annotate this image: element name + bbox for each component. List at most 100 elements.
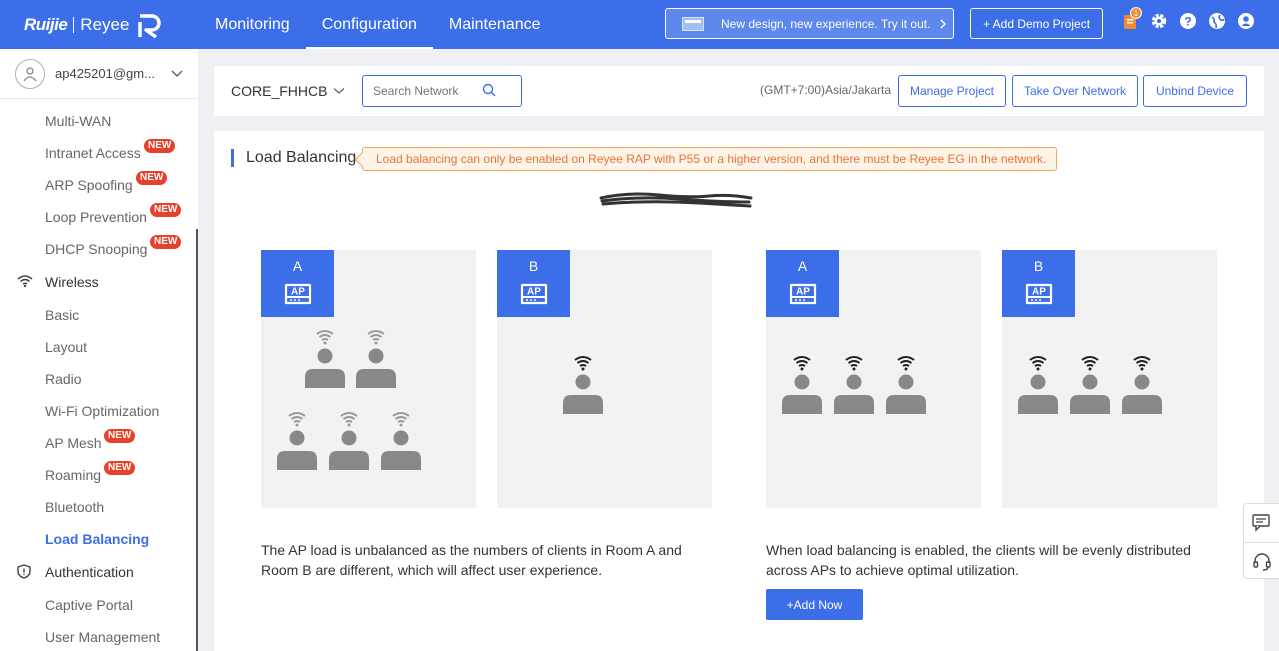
sidebar-item-basic[interactable]: Basic <box>0 299 196 331</box>
sidebar-item-ap-mesh[interactable]: AP Mesh NEW <box>0 427 196 459</box>
brand-subname: Reyee <box>80 15 130 34</box>
room-illustration: B AP <box>1002 250 1217 508</box>
timezone-label: (GMT+7:00)Asia/Jakarta <box>760 83 892 97</box>
brand-separator <box>73 17 75 33</box>
sidebar-item-captive-portal[interactable]: Captive Portal <box>0 589 196 621</box>
ap-tag: B AP <box>1002 250 1075 317</box>
new-badge: NEW <box>136 171 168 185</box>
gear-icon <box>1151 13 1167 29</box>
globe-icon <box>1209 13 1225 29</box>
manage-project-button[interactable]: Manage Project <box>898 75 1006 107</box>
headset-icon <box>1252 552 1271 571</box>
ap-tag: A AP <box>766 250 839 317</box>
sidebar-item-radio[interactable]: Radio <box>0 363 196 395</box>
brand-logo[interactable]: Ruijie Reyee <box>24 12 163 38</box>
sidebar-item-label: Layout <box>45 339 88 355</box>
sidebar-scrollbar[interactable] <box>196 229 198 651</box>
sidebar-item-user-management[interactable]: User Management <box>0 621 196 651</box>
reyee-logo-icon <box>138 14 162 38</box>
sidebar-item-bluetooth[interactable]: Bluetooth <box>0 491 196 523</box>
page-title: Load Balancing <box>231 149 356 167</box>
sidebar-item-arp-spoofing[interactable]: ARP Spoofing NEW <box>0 169 196 201</box>
sidebar-item-label: Loop Prevention <box>45 209 147 225</box>
search-input[interactable] <box>373 84 473 98</box>
sidebar-menu: Multi-WAN Intranet Access NEW ARP Spoofin… <box>0 105 196 651</box>
client-device-icon <box>885 355 927 415</box>
sidebar-group-authentication[interactable]: Authentication <box>0 555 196 589</box>
room-illustration: B AP <box>497 250 712 508</box>
unbind-device-button[interactable]: Unbind Device <box>1143 75 1247 107</box>
client-device-icon <box>304 329 346 389</box>
sidebar-item-wifi-optimization[interactable]: Wi-Fi Optimization <box>0 395 196 427</box>
chat-icon <box>1251 514 1270 532</box>
access-point-icon: AP <box>1024 279 1054 314</box>
add-demo-project-button[interactable]: + Add Demo Project <box>970 8 1103 39</box>
room-letter: B <box>1033 258 1044 274</box>
client-device-icon <box>380 411 422 471</box>
room-letter: B <box>528 258 539 274</box>
sidebar-item-label: Radio <box>45 371 82 387</box>
ap-label: AP <box>527 287 541 298</box>
access-point-icon: AP <box>519 279 549 314</box>
ap-tag: A AP <box>261 250 334 317</box>
sidebar-group-label: Wireless <box>45 274 99 290</box>
unbalanced-description: The AP load is unbalanced as the numbers… <box>261 542 682 578</box>
new-badge: NEW <box>150 235 182 249</box>
sidebar-item-dhcp-snooping[interactable]: DHCP Snooping NEW <box>0 233 196 265</box>
help-button[interactable]: ? <box>1178 11 1198 31</box>
top-bar: Ruijie Reyee Monitoring Configuration Ma… <box>0 0 1279 49</box>
header-icon-group: 1 ? <box>1120 7 1256 31</box>
new-badge: NEW <box>144 139 176 153</box>
room-illustration: A AP <box>261 250 476 508</box>
feedback-button[interactable] <box>1244 504 1279 542</box>
sidebar-item-multi-wan[interactable]: Multi-WAN <box>0 105 196 137</box>
search-icon[interactable] <box>482 83 497 98</box>
sidebar-item-intranet-access[interactable]: Intranet Access NEW <box>0 137 196 169</box>
room-letter: A <box>797 258 808 274</box>
client-device-icon <box>276 411 318 471</box>
sidebar-group-label: Authentication <box>45 564 134 580</box>
notification-button[interactable]: 1 <box>1120 7 1142 31</box>
new-design-banner[interactable]: New design, new experience. Try it out. <box>665 8 954 39</box>
sidebar-group-wireless[interactable]: Wireless <box>0 265 196 299</box>
ap-label: AP <box>796 287 810 298</box>
client-device-icon <box>781 355 823 415</box>
sidebar-item-roaming[interactable]: Roaming NEW <box>0 459 196 491</box>
settings-button[interactable] <box>1149 11 1169 31</box>
nav-configuration[interactable]: Configuration <box>305 0 434 49</box>
sidebar-item-loop-prevention[interactable]: Loop Prevention NEW <box>0 201 196 233</box>
new-badge: NEW <box>150 203 182 217</box>
project-selector[interactable]: CORE_FHHCB <box>231 83 345 99</box>
sidebar-item-label: User Management <box>45 629 161 645</box>
access-point-icon: AP <box>788 279 818 314</box>
nav-maintenance[interactable]: Maintenance <box>433 0 557 49</box>
user-icon <box>1238 13 1254 29</box>
brand-name: Ruijie <box>24 15 68 34</box>
shield-icon <box>17 564 31 579</box>
add-now-button[interactable]: +Add Now <box>766 589 863 620</box>
sidebar-item-load-balancing[interactable]: Load Balancing <box>0 523 196 555</box>
sidebar-item-label: Bluetooth <box>45 499 105 515</box>
new-badge: NEW <box>104 461 136 475</box>
nav-monitoring[interactable]: Monitoring <box>199 0 306 49</box>
user-account-selector[interactable]: ap425201@gm... <box>0 49 198 99</box>
balanced-description: When load balancing is enabled, the clie… <box>766 542 1191 578</box>
client-device-icon <box>355 329 397 389</box>
project-name: CORE_FHHCB <box>231 83 328 99</box>
account-button[interactable] <box>1236 11 1256 31</box>
ap-label: AP <box>291 287 305 298</box>
sidebar-item-label: Intranet Access <box>45 145 141 161</box>
user-outline-icon <box>23 66 37 81</box>
language-button[interactable] <box>1207 11 1227 31</box>
new-design-text: New design, new experience. Try it out. <box>721 16 931 31</box>
main-nav: Monitoring Configuration Maintenance <box>199 0 557 49</box>
customer-service-button[interactable] <box>1244 542 1279 580</box>
chevron-down-icon <box>171 69 183 77</box>
take-over-network-button[interactable]: Take Over Network <box>1012 75 1138 107</box>
sidebar-item-label: ARP Spoofing <box>45 177 133 193</box>
sidebar-item-layout[interactable]: Layout <box>0 331 196 363</box>
notification-count: 1 <box>1130 7 1142 19</box>
sidebar-item-label: Captive Portal <box>45 597 133 613</box>
sidebar-item-label: Load Balancing <box>45 531 150 547</box>
sidebar-item-label: DHCP Snooping <box>45 241 148 257</box>
